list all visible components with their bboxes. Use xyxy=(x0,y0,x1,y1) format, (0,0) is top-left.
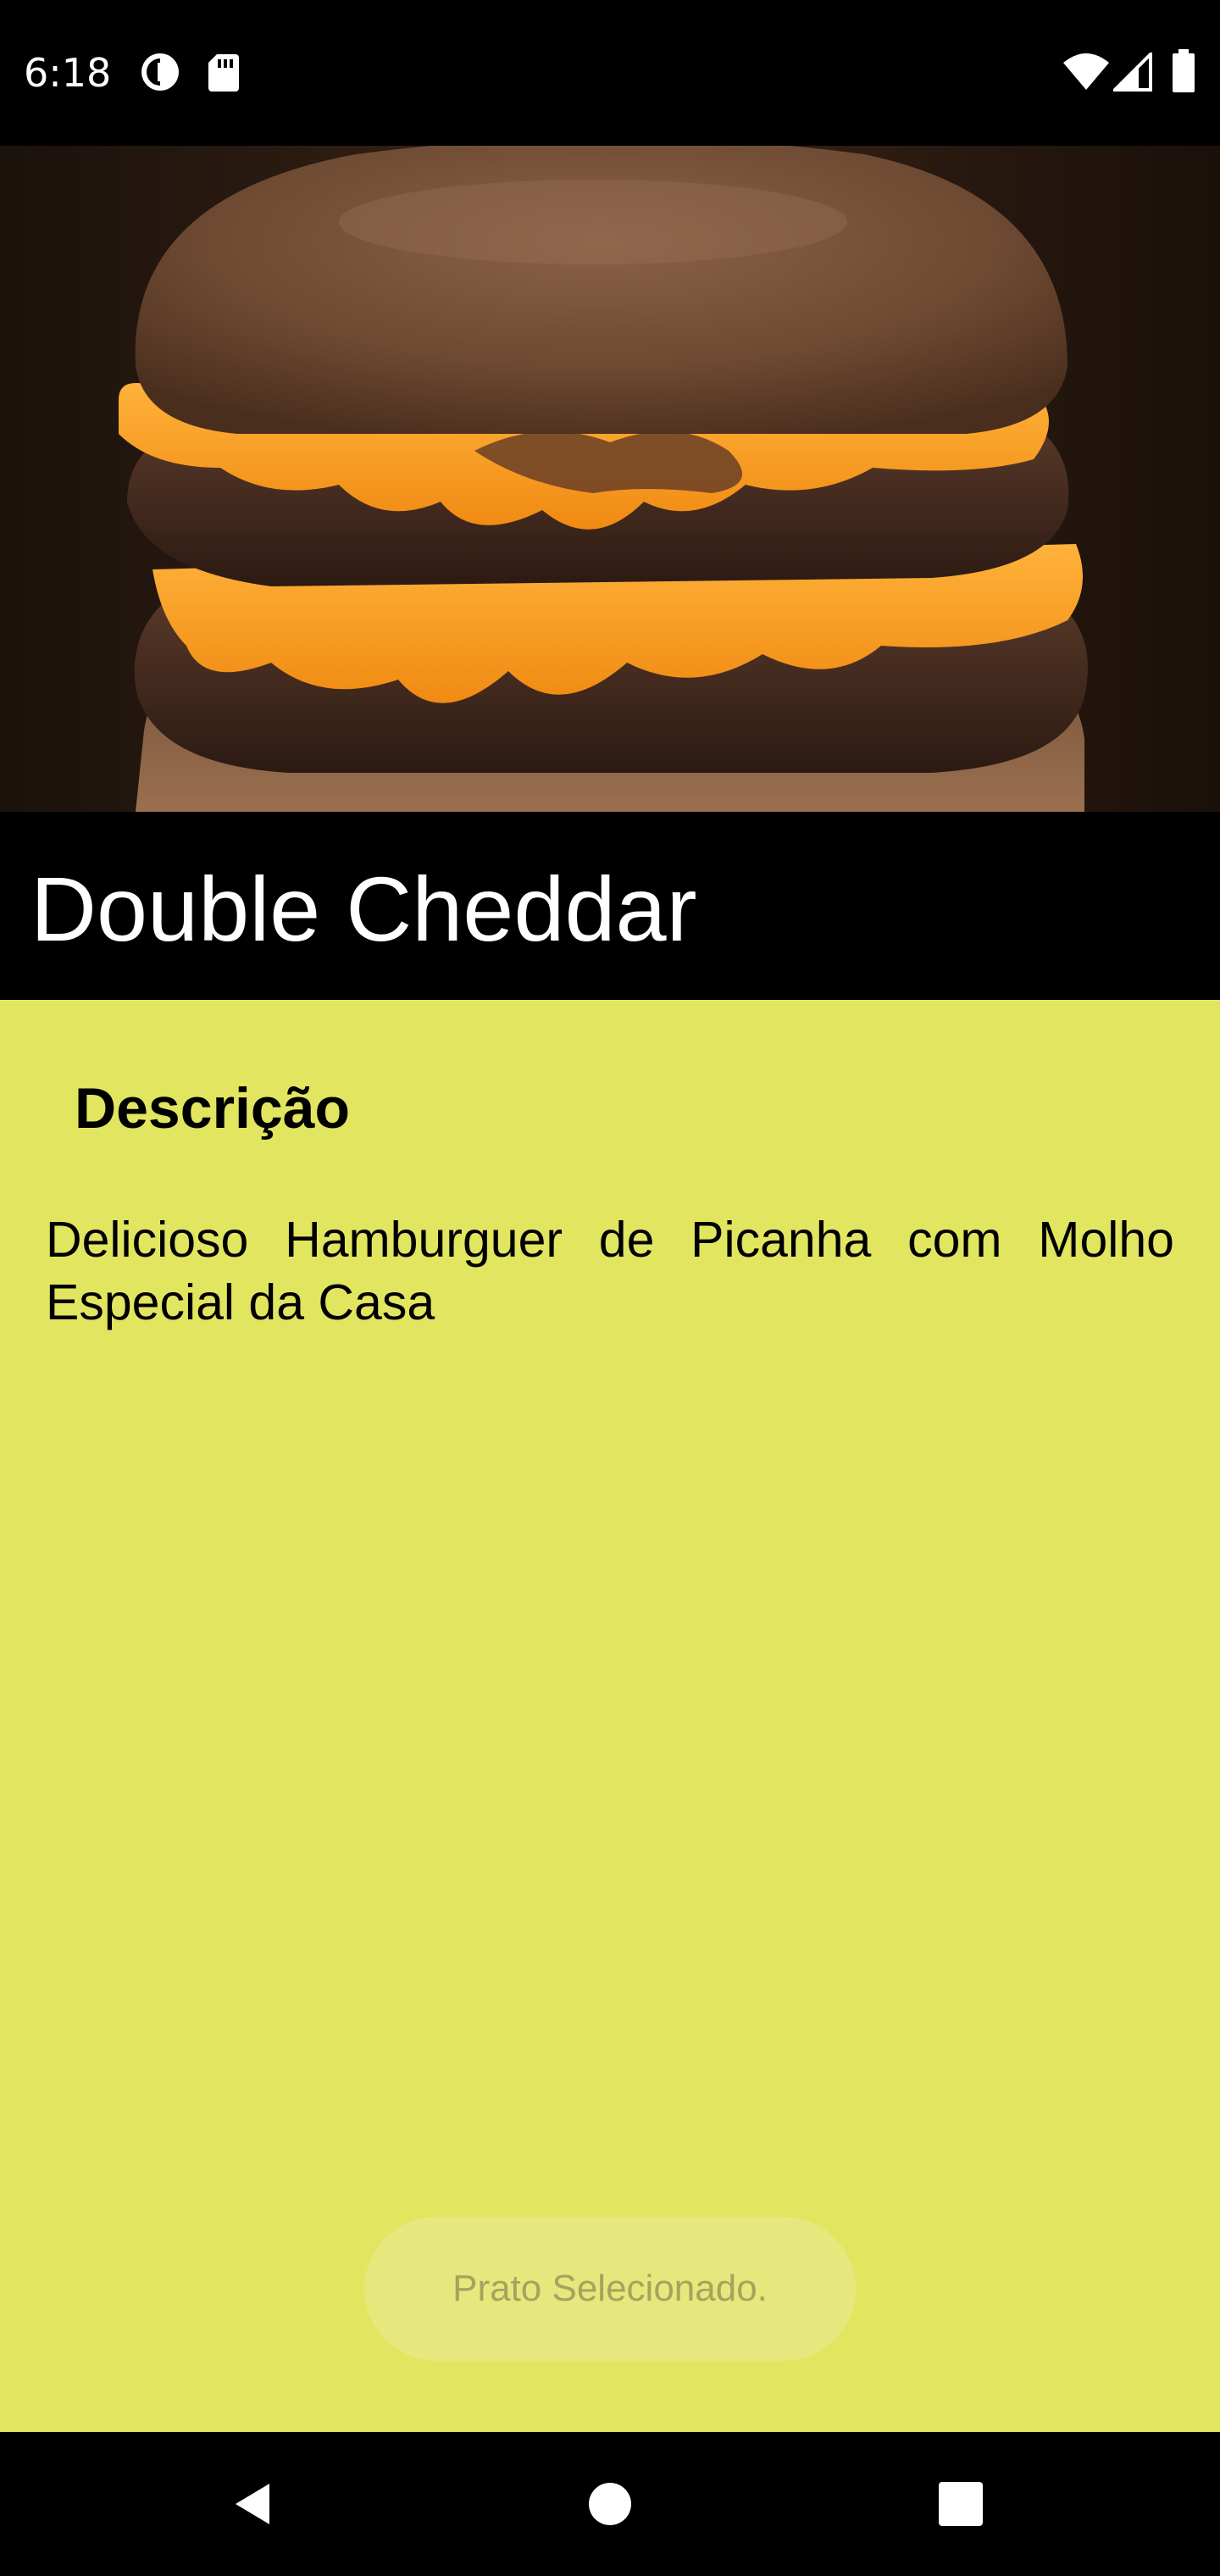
toast: Prato Selecionado. xyxy=(364,2217,856,2361)
battery-icon xyxy=(1173,49,1195,92)
wifi-icon xyxy=(1063,53,1109,90)
dish-hero-image xyxy=(0,146,1220,812)
sd-card-icon xyxy=(208,54,239,92)
status-bar: 6:18 xyxy=(0,0,1220,146)
dish-description: Delicioso Hamburguer de Picanha com Molh… xyxy=(46,1212,1174,1330)
home-icon xyxy=(589,2483,631,2525)
cell-signal-icon xyxy=(1113,53,1152,92)
recents-icon xyxy=(939,2482,983,2526)
data-saver-icon xyxy=(141,53,179,91)
burger-photo xyxy=(0,146,1220,812)
back-button[interactable] xyxy=(212,2462,297,2546)
description-heading: Descrição xyxy=(75,1076,351,1141)
dish-detail-screen: 6:18 Double Cheddar Descrição Delicioso … xyxy=(0,0,1220,2576)
toast-message: Prato Selecionado. xyxy=(452,2268,768,2309)
home-button[interactable] xyxy=(568,2462,652,2546)
recents-button[interactable] xyxy=(918,2462,1003,2546)
navigation-bar xyxy=(0,2432,1220,2576)
back-icon xyxy=(236,2484,269,2524)
dish-title: Double Cheddar xyxy=(30,858,697,960)
title-bar: Double Cheddar xyxy=(0,812,1220,1000)
status-time: 6:18 xyxy=(24,50,112,96)
